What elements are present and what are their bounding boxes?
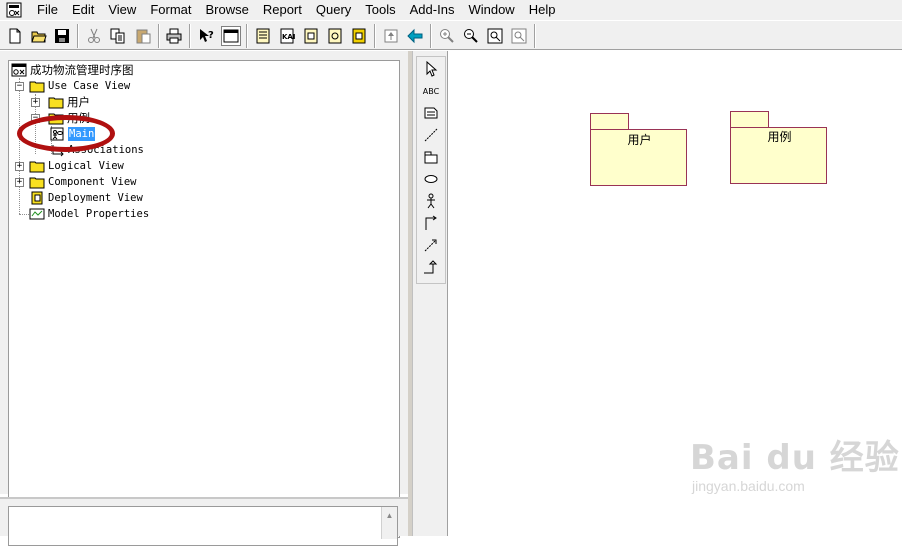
selection-arrow-icon[interactable] xyxy=(421,59,441,79)
generalization-icon[interactable] xyxy=(421,257,441,277)
package-user[interactable]: 用户 xyxy=(590,113,687,187)
folder-icon xyxy=(29,161,45,173)
diagram-canvas[interactable]: 用户 用例 xyxy=(448,51,902,536)
association-icon xyxy=(52,145,64,157)
paste-icon[interactable] xyxy=(133,26,153,46)
save-icon[interactable] xyxy=(52,26,72,46)
print-icon[interactable] xyxy=(164,26,184,46)
tree-item-use-case-view[interactable]: Use Case View xyxy=(29,78,130,94)
fit-in-window-icon[interactable] xyxy=(485,26,505,46)
menu-view[interactable]: View xyxy=(101,0,143,20)
package-body: 用户 xyxy=(590,129,687,186)
tree-item-component-view[interactable]: Component View xyxy=(29,174,137,190)
package-tab xyxy=(590,113,629,130)
tree-label-use-case-view: Use Case View xyxy=(48,80,131,92)
context-help-icon[interactable]: ? xyxy=(196,26,216,46)
rational-rose-app-icon xyxy=(6,2,22,18)
doc-scrollbar[interactable]: ▲ xyxy=(381,507,397,539)
folder-icon xyxy=(48,113,64,125)
class-diagram-icon[interactable] xyxy=(253,26,273,46)
zoom-out-icon[interactable] xyxy=(461,26,481,46)
expander-logical-view[interactable]: + xyxy=(15,162,24,171)
model-properties-icon xyxy=(29,208,45,220)
documentation-textarea[interactable]: ▲ xyxy=(8,506,398,546)
tree-item-model-properties[interactable]: Model Properties xyxy=(29,206,149,222)
tree-item-deployment-view[interactable]: Deployment View xyxy=(29,190,143,206)
interaction-diagram-icon[interactable]: KAI xyxy=(277,26,297,46)
use-case-diagram-icon xyxy=(50,127,64,141)
zoom-in-icon[interactable] xyxy=(437,26,457,46)
menu-add-ins[interactable]: Add-Ins xyxy=(403,0,462,20)
deployment-view-icon xyxy=(31,191,43,205)
menu-browse[interactable]: Browse xyxy=(198,0,255,20)
tree-label-deployment-view: Deployment View xyxy=(48,192,143,204)
package-use-case[interactable]: 用例 xyxy=(730,111,827,185)
tree-item-associations[interactable]: Associations xyxy=(49,142,144,158)
expander-component-view[interactable]: + xyxy=(15,178,24,187)
folder-icon xyxy=(29,81,45,93)
folder-icon xyxy=(29,177,45,189)
menu-tools[interactable]: Tools xyxy=(358,0,402,20)
anchor-note-icon[interactable] xyxy=(421,125,441,145)
text-box-icon[interactable]: ABC xyxy=(421,81,441,101)
menu-report[interactable]: Report xyxy=(256,0,309,20)
tree-item-use-case-package[interactable]: 用例 xyxy=(48,110,90,126)
note-icon[interactable] xyxy=(421,103,441,123)
tree-item-logical-view[interactable]: Logical View xyxy=(29,158,124,174)
open-folder-icon[interactable] xyxy=(29,26,49,46)
state-diagram-icon[interactable] xyxy=(325,26,345,46)
tree-label-model-properties: Model Properties xyxy=(48,208,150,220)
package-icon[interactable] xyxy=(421,147,441,167)
svg-text:KAI: KAI xyxy=(282,33,295,41)
tree-root[interactable]: 成功物流管理时序图 xyxy=(11,62,134,78)
use-case-icon[interactable] xyxy=(421,169,441,189)
tree-label-logical-view: Logical View xyxy=(48,160,124,172)
menu-bar: File Edit View Format Browse Report Quer… xyxy=(0,0,902,20)
menu-help[interactable]: Help xyxy=(522,0,563,20)
menu-file[interactable]: File xyxy=(30,0,65,20)
tree-item-user-package[interactable]: 用户 xyxy=(48,94,90,110)
menu-query[interactable]: Query xyxy=(309,0,358,20)
browse-previous-icon[interactable] xyxy=(405,26,425,46)
expander-user-package[interactable]: + xyxy=(31,98,40,107)
tree-root-label: 成功物流管理时序图 xyxy=(30,63,134,77)
model-tree[interactable]: 成功物流管理时序图 − Use Case View + 用户 − 用例 Main… xyxy=(8,60,400,538)
tree-label-main: Main xyxy=(68,127,96,141)
expander-use-case-view[interactable]: − xyxy=(15,82,24,91)
browser-pane: 成功物流管理时序图 − Use Case View + 用户 − 用例 Main… xyxy=(0,51,411,538)
menu-window[interactable]: Window xyxy=(461,0,521,20)
package-user-label: 用户 xyxy=(627,133,652,147)
standard-toolbar: ? KAI xyxy=(0,20,902,50)
package-tab xyxy=(730,111,769,128)
package-body: 用例 xyxy=(730,127,827,184)
tree-label-user-package: 用户 xyxy=(67,95,90,109)
tree-item-main-diagram[interactable]: Main xyxy=(49,126,96,142)
text-tool-label: ABC xyxy=(422,86,440,96)
actor-icon[interactable] xyxy=(421,191,441,211)
package-use-case-label: 用例 xyxy=(767,130,792,144)
undo-fit-icon[interactable] xyxy=(509,26,529,46)
tree-label-component-view: Component View xyxy=(48,176,137,188)
folder-icon xyxy=(48,97,64,109)
cut-icon[interactable] xyxy=(84,26,104,46)
dependency-icon[interactable] xyxy=(421,235,441,255)
unidirectional-association-icon[interactable] xyxy=(421,213,441,233)
deployment-diagram-icon[interactable] xyxy=(349,26,369,46)
new-document-icon[interactable] xyxy=(5,26,25,46)
menu-edit[interactable]: Edit xyxy=(65,0,101,20)
component-diagram-icon[interactable] xyxy=(301,26,321,46)
tree-label-use-case-package: 用例 xyxy=(67,111,90,125)
model-root-icon xyxy=(11,63,27,77)
expander-use-case-package[interactable]: − xyxy=(31,114,40,123)
diagram-toolbox: ABC xyxy=(412,51,448,536)
menu-format[interactable]: Format xyxy=(143,0,198,20)
tree-label-associations: Associations xyxy=(68,144,144,156)
toolbox-frame: ABC xyxy=(416,56,446,284)
copy-icon[interactable] xyxy=(108,26,128,46)
documentation-pane: ▲ xyxy=(0,497,411,546)
svg-text:?: ? xyxy=(208,30,214,41)
view-doc-icon[interactable] xyxy=(221,26,241,46)
browse-parent-icon[interactable] xyxy=(381,26,401,46)
